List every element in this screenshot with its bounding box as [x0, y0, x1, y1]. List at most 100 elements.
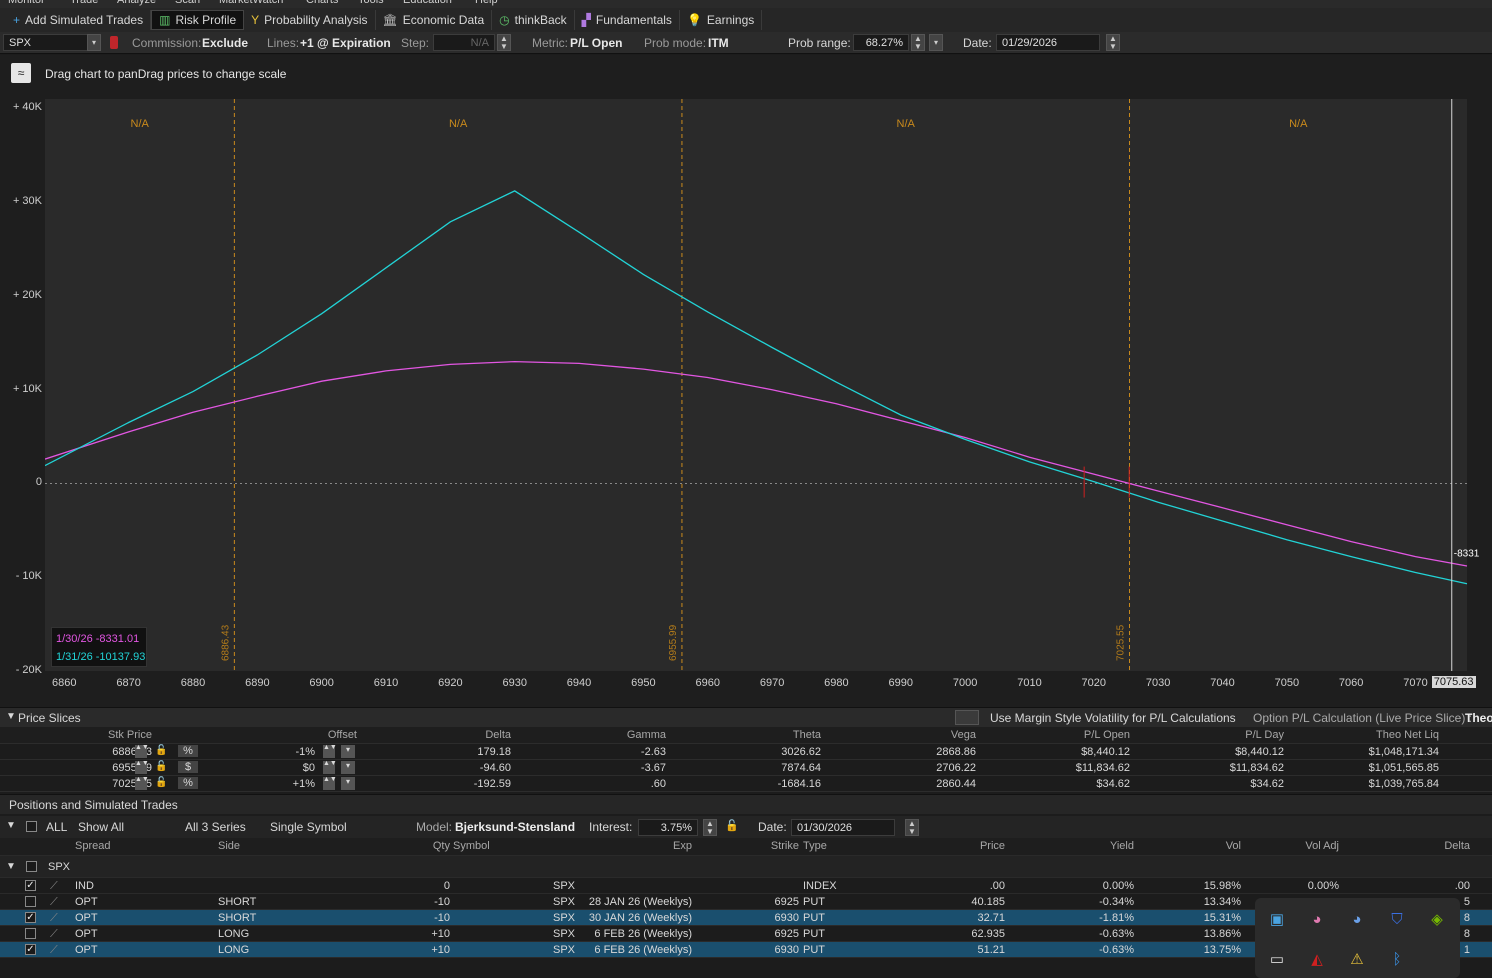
margin-volatility-toggle[interactable] [955, 710, 979, 725]
symbol-dropdown-arrow[interactable]: ▾ [87, 34, 101, 51]
date-input[interactable]: 01/29/2026 [996, 34, 1100, 51]
slice-offset-spinner[interactable]: ▲▼ [323, 760, 337, 774]
shield-icon[interactable]: ⛉ [1387, 910, 1407, 930]
column-header[interactable]: Qty [433, 840, 450, 852]
option-pl-value[interactable]: Theo [1465, 711, 1492, 725]
collapse-chevron-icon[interactable]: ▼ [6, 711, 16, 722]
show-all-filter[interactable]: Show All [78, 820, 124, 834]
column-header[interactable]: Vol [1226, 840, 1241, 852]
menu-item-trade[interactable]: Trade [70, 0, 98, 6]
column-header[interactable]: Gamma [627, 729, 666, 741]
position-row[interactable]: ✓ ⟋ IND 0 SPX INDEX .00 0.00% 15.98% 0.00% .00 [0, 878, 1492, 894]
slice-offset-dropdown[interactable]: ▾ [341, 761, 355, 774]
toolbar-fundamentals-button[interactable]: ▞ Fundamentals [575, 10, 680, 30]
position-checkbox[interactable] [25, 928, 36, 939]
interest-spinner[interactable]: ▲ ▼ [703, 819, 717, 836]
position-checkbox[interactable]: ✓ [25, 880, 36, 891]
copilot-icon[interactable]: ◕ [1307, 910, 1327, 930]
probmode-value[interactable]: ITM [708, 36, 729, 50]
collapse-chevron-icon[interactable]: ▼ [6, 820, 16, 831]
column-header[interactable]: Vol Adj [1305, 840, 1339, 852]
slice-unit-toggle[interactable]: % [178, 745, 198, 757]
column-header[interactable]: P/L Open [1084, 729, 1130, 741]
column-header[interactable]: Theo Net Liq [1376, 729, 1439, 741]
slice-offset-dropdown[interactable]: ▾ [341, 745, 355, 758]
risk-profile-chart-panel[interactable]: ≈ Drag chart to panDrag prices to change… [0, 55, 1492, 707]
column-header[interactable]: Stk Price [108, 729, 152, 741]
group-checkbox[interactable] [26, 861, 37, 872]
model-value[interactable]: Bjerksund-Stensland [455, 820, 575, 834]
date-spinner[interactable]: ▲ ▼ [1106, 34, 1120, 51]
toolbar-risk-profile-button[interactable]: ▥ Risk Profile [151, 10, 245, 30]
defender-warning-icon[interactable]: ⚠ [1347, 950, 1367, 970]
position-chart-icon[interactable]: ⟋ [50, 896, 58, 909]
probrange-input[interactable]: 68.27% [853, 34, 909, 51]
step-input[interactable]: N/A [433, 34, 495, 51]
nvidia-icon[interactable]: ◈ [1427, 910, 1447, 930]
slice-offset[interactable]: -1% [295, 746, 315, 758]
position-checkbox[interactable]: ✓ [25, 912, 36, 923]
position-checkbox[interactable] [25, 896, 36, 907]
menu-item-charts[interactable]: Charts [306, 0, 338, 6]
column-header[interactable]: Vega [951, 729, 976, 741]
column-header[interactable]: Type [803, 840, 827, 852]
slice-unit-toggle[interactable]: $ [178, 761, 198, 773]
menu-item-education[interactable]: Education [403, 0, 452, 6]
select-all-checkbox[interactable] [26, 821, 37, 832]
series-filter[interactable]: All 3 Series [185, 820, 246, 834]
copilot-alt-icon[interactable]: ◕ [1347, 910, 1367, 930]
lock-icon[interactable]: 🔓 [155, 777, 167, 788]
column-header[interactable]: Symbol [453, 840, 490, 852]
lines-value[interactable]: +1 @ Expiration [300, 36, 391, 50]
slice-price-spinner[interactable]: ▲▼ [135, 760, 149, 774]
probrange-spinner[interactable]: ▲ ▼ [911, 34, 925, 51]
position-chart-icon[interactable]: ⟋ [50, 880, 58, 893]
position-checkbox[interactable]: ✓ [25, 944, 36, 955]
bluetooth-icon[interactable]: ᛒ [1387, 950, 1407, 970]
slice-offset-spinner[interactable]: ▲▼ [323, 744, 337, 758]
positions-date-spinner[interactable]: ▲ ▼ [905, 819, 919, 836]
alert-flag-icon[interactable] [110, 36, 118, 49]
toolbar-thinkback-button[interactable]: ◷ thinkBack [492, 10, 575, 30]
menu-item-monitor[interactable]: Monitor [8, 0, 45, 6]
single-symbol-filter[interactable]: Single Symbol [270, 820, 347, 834]
slice-price-spinner[interactable]: ▲▼ [135, 744, 149, 758]
column-header[interactable]: P/L Day [1245, 729, 1284, 741]
step-spinner[interactable]: ▲ ▼ [497, 34, 511, 51]
column-header[interactable]: Price [980, 840, 1005, 852]
column-header[interactable]: Yield [1110, 840, 1134, 852]
toolbar-add-simulated-trades-button[interactable]: + Add Simulated Trades [6, 10, 152, 30]
column-header[interactable]: Strike [771, 840, 799, 852]
column-header[interactable]: Spread [75, 840, 110, 852]
column-header[interactable]: Offset [328, 729, 357, 741]
position-chart-icon[interactable]: ⟋ [50, 928, 58, 941]
monitor-icon[interactable]: ▣ [1267, 910, 1287, 930]
column-header[interactable]: Exp [673, 840, 692, 852]
slice-offset[interactable]: +1% [293, 778, 315, 790]
column-header[interactable]: Theta [793, 729, 821, 741]
position-group-row[interactable]: ▼ SPX [0, 856, 1492, 878]
lock-icon[interactable]: 🔓 [725, 819, 739, 832]
toolbar-earnings-button[interactable]: 💡 Earnings [680, 10, 763, 30]
slice-price-spinner[interactable]: ▲▼ [135, 776, 149, 790]
menu-item-analyze[interactable]: Analyze [117, 0, 156, 6]
positions-date-input[interactable]: 01/30/2026 [791, 819, 895, 836]
slice-unit-toggle[interactable]: % [178, 777, 198, 789]
collapse-chevron-icon[interactable]: ▼ [6, 861, 16, 872]
slice-offset[interactable]: $0 [303, 762, 315, 774]
tablet-icon[interactable]: ▭ [1267, 950, 1287, 970]
lock-icon[interactable]: 🔓 [155, 761, 167, 772]
lock-icon[interactable]: 🔓 [155, 745, 167, 756]
menu-item-tools[interactable]: Tools [358, 0, 384, 6]
position-chart-icon[interactable]: ⟋ [50, 912, 58, 925]
position-chart-icon[interactable]: ⟋ [50, 944, 58, 957]
commission-value[interactable]: Exclude [202, 36, 248, 50]
menu-item-scan[interactable]: Scan [175, 0, 200, 6]
metric-value[interactable]: P/L Open [570, 36, 622, 50]
interest-input[interactable]: 3.75% [638, 819, 698, 836]
column-header[interactable]: Delta [1444, 840, 1470, 852]
mcafee-icon[interactable]: ◭ [1307, 950, 1327, 970]
probrange-dropdown[interactable]: ▾ [929, 34, 943, 51]
column-header[interactable]: Delta [485, 729, 511, 741]
menu-item-marketwatch[interactable]: MarketWatch [219, 0, 283, 6]
